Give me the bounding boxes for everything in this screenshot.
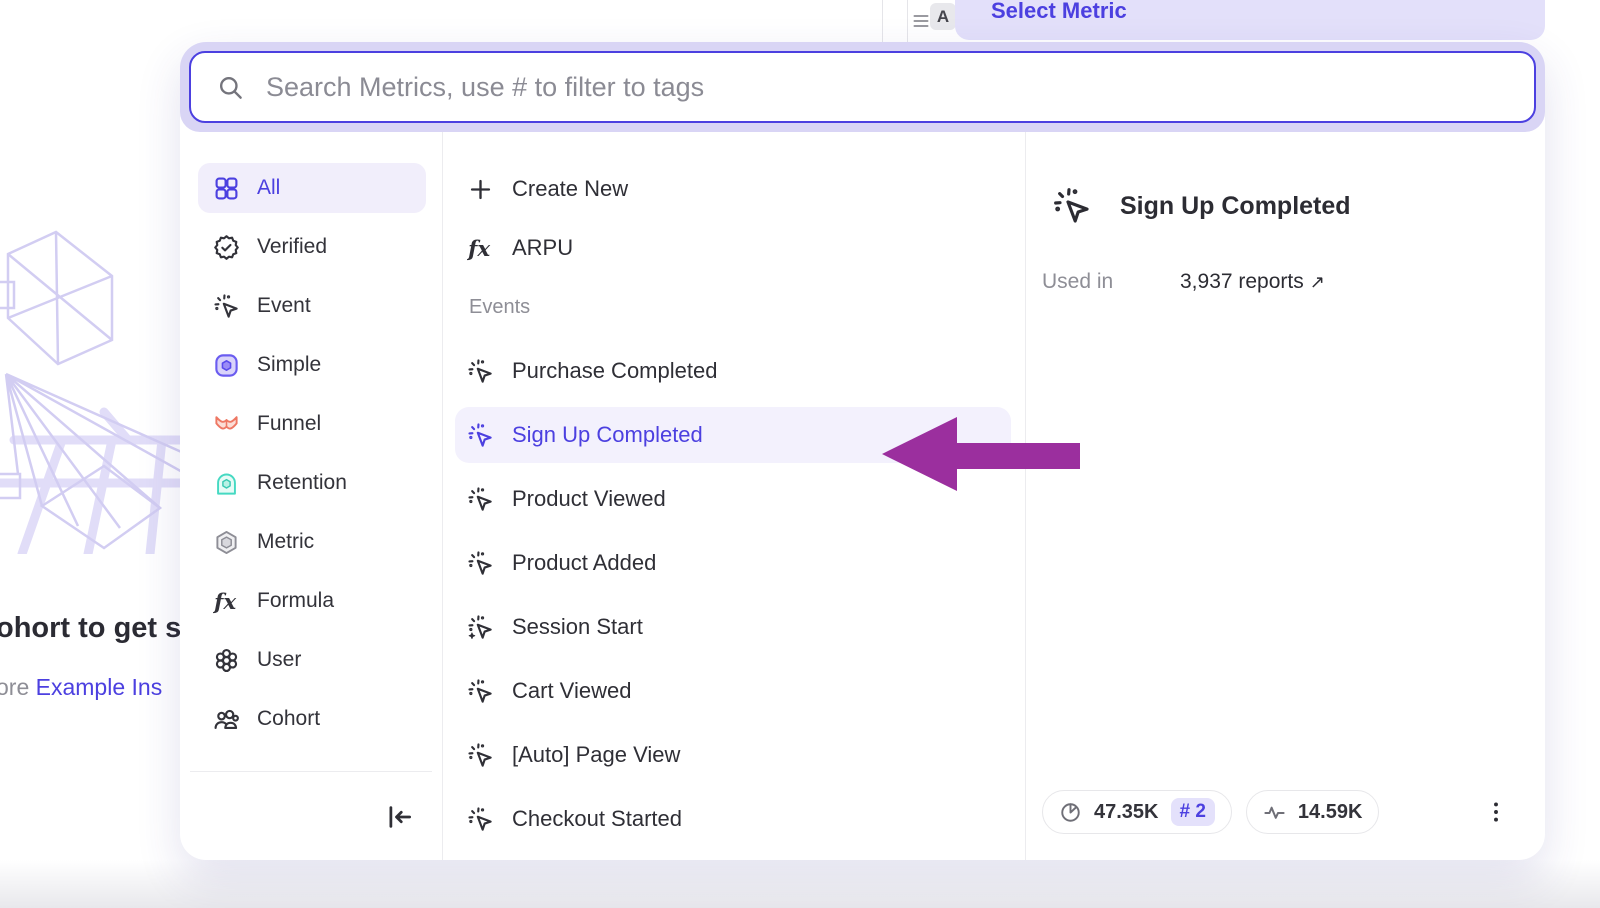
sidebar-item-label: Cohort — [257, 707, 320, 731]
metric-search-box[interactable] — [189, 51, 1536, 123]
list-item-product-added[interactable]: Product Added — [455, 535, 1011, 591]
search-focus-halo — [180, 42, 1545, 132]
sidebar-item-verified[interactable]: Verified — [198, 222, 426, 272]
event-icon — [1052, 186, 1092, 226]
sidebar-item-label: Metric — [257, 530, 314, 554]
select-metric-dialog: All Verified Event Simple Funnel Retenti… — [180, 42, 1545, 860]
sidebar-item-funnel[interactable]: Funnel — [198, 399, 426, 449]
rank-badge: # 2 — [1171, 798, 1215, 826]
list-item-session-start[interactable]: Session Start — [455, 599, 1011, 655]
list-item-label: Sign Up Completed — [512, 422, 703, 448]
sidebar-item-event[interactable]: Event — [198, 281, 426, 331]
metric-icon — [213, 529, 240, 556]
create-new-label: Create New — [512, 176, 628, 202]
list-item-cart-viewed[interactable]: Cart Viewed — [455, 663, 1011, 719]
retention-icon — [213, 470, 240, 497]
page-bottom-fade — [0, 860, 1600, 908]
sidebar-item-metric[interactable]: Metric — [198, 517, 426, 567]
background-headline-fragment: ohort to get s — [0, 612, 184, 645]
create-new-button[interactable]: Create New — [455, 164, 1011, 214]
svg-text:fx: fx — [213, 589, 236, 614]
sidebar-item-user[interactable]: User — [198, 635, 426, 685]
select-metric-button[interactable]: Select Metric — [955, 0, 1545, 40]
grid-icon — [213, 175, 240, 202]
reports-count: 3,937 reports — [1180, 270, 1304, 293]
sidebar-item-label: All — [257, 176, 280, 200]
funnel-icon — [213, 411, 240, 438]
cohort-icon — [213, 706, 240, 733]
list-item-label: ARPU — [512, 235, 573, 261]
event-icon — [467, 806, 494, 833]
sidebar-item-label: Simple — [257, 353, 321, 377]
verified-icon — [213, 234, 240, 261]
sidebar-item-simple[interactable]: Simple — [198, 340, 426, 390]
list-item-label: [Auto] Page View — [512, 742, 680, 768]
sidebar-divider — [190, 771, 432, 772]
link-prefix-text: ore — [0, 674, 29, 700]
metric-list: Create New fx ARPU Events Purchase Compl… — [443, 132, 1025, 860]
select-metric-label: Select Metric — [991, 0, 1127, 24]
list-item-label: Session Start — [512, 614, 643, 640]
list-item-purchase-completed[interactable]: Purchase Completed — [455, 343, 1011, 399]
background-wireframe-illustration — [0, 222, 186, 554]
list-item-label: Product Added — [512, 550, 656, 576]
stat-value: 47.35K — [1094, 801, 1159, 824]
example-insights-link[interactable]: Example Ins — [36, 674, 163, 700]
sidebar-item-all[interactable]: All — [198, 163, 426, 213]
sidebar-item-label: User — [257, 648, 301, 672]
event-icon — [213, 293, 240, 320]
plus-icon — [467, 176, 494, 203]
formula-icon: fx — [467, 235, 494, 262]
user-icon — [213, 647, 240, 674]
annotation-arrow-left — [878, 412, 1084, 496]
list-item-label: Product Viewed — [512, 486, 666, 512]
event-star-icon — [467, 614, 494, 641]
used-in-label: Used in — [1042, 270, 1180, 294]
sidebar-item-label: Retention — [257, 471, 347, 495]
drag-handle-icon[interactable] — [911, 10, 931, 32]
sidebar-item-label: Funnel — [257, 412, 321, 436]
activity-stat-pill[interactable]: 14.59K — [1246, 790, 1380, 834]
sidebar-item-label: Verified — [257, 235, 327, 259]
list-item-label: Purchase Completed — [512, 358, 717, 384]
pie-chart-icon — [1059, 801, 1082, 824]
event-icon — [467, 358, 494, 385]
metric-type-sidebar: All Verified Event Simple Funnel Retenti… — [180, 132, 442, 860]
svg-text:fx: fx — [467, 236, 490, 261]
collapse-left-icon[interactable] — [384, 802, 414, 832]
clause-a-badge[interactable]: A — [930, 3, 956, 30]
list-item-checkout-started[interactable]: Checkout Started — [455, 791, 1011, 847]
event-icon — [467, 422, 494, 449]
search-icon — [217, 74, 244, 101]
event-icon — [467, 550, 494, 577]
background-link-line: ore Example Ins — [0, 674, 184, 701]
reports-link[interactable]: 3,937 reports ↗ — [1180, 270, 1325, 294]
search-input[interactable] — [266, 72, 1508, 103]
panel-divider — [907, 0, 908, 42]
pulse-icon — [1263, 801, 1286, 824]
simple-icon — [213, 352, 240, 379]
metric-detail-panel: Sign Up Completed Used in 3,937 reports ↗… — [1026, 132, 1545, 860]
stat-value: 14.59K — [1298, 801, 1363, 824]
sidebar-item-label: Formula — [257, 589, 334, 613]
event-icon — [467, 678, 494, 705]
list-item-auto-page-view[interactable]: [Auto] Page View — [455, 727, 1011, 783]
panel-divider — [882, 0, 883, 42]
detail-title: Sign Up Completed — [1120, 192, 1351, 221]
sidebar-item-formula[interactable]: fx Formula — [198, 576, 426, 626]
total-count-stat-pill[interactable]: 47.35K # 2 — [1042, 790, 1232, 834]
list-item-arpu[interactable]: fx ARPU — [455, 223, 1011, 273]
kebab-menu-icon[interactable] — [1483, 797, 1509, 827]
formula-icon: fx — [213, 588, 240, 615]
event-icon — [467, 486, 494, 513]
events-section-label: Events — [469, 287, 1011, 327]
event-icon — [467, 742, 494, 769]
sidebar-item-label: Event — [257, 294, 311, 318]
list-item-label: Cart Viewed — [512, 678, 631, 704]
arrow-up-right-icon: ↗ — [1310, 272, 1325, 292]
list-item-label: Checkout Started — [512, 806, 682, 832]
sidebar-item-retention[interactable]: Retention — [198, 458, 426, 508]
sidebar-item-cohort[interactable]: Cohort — [198, 694, 426, 744]
